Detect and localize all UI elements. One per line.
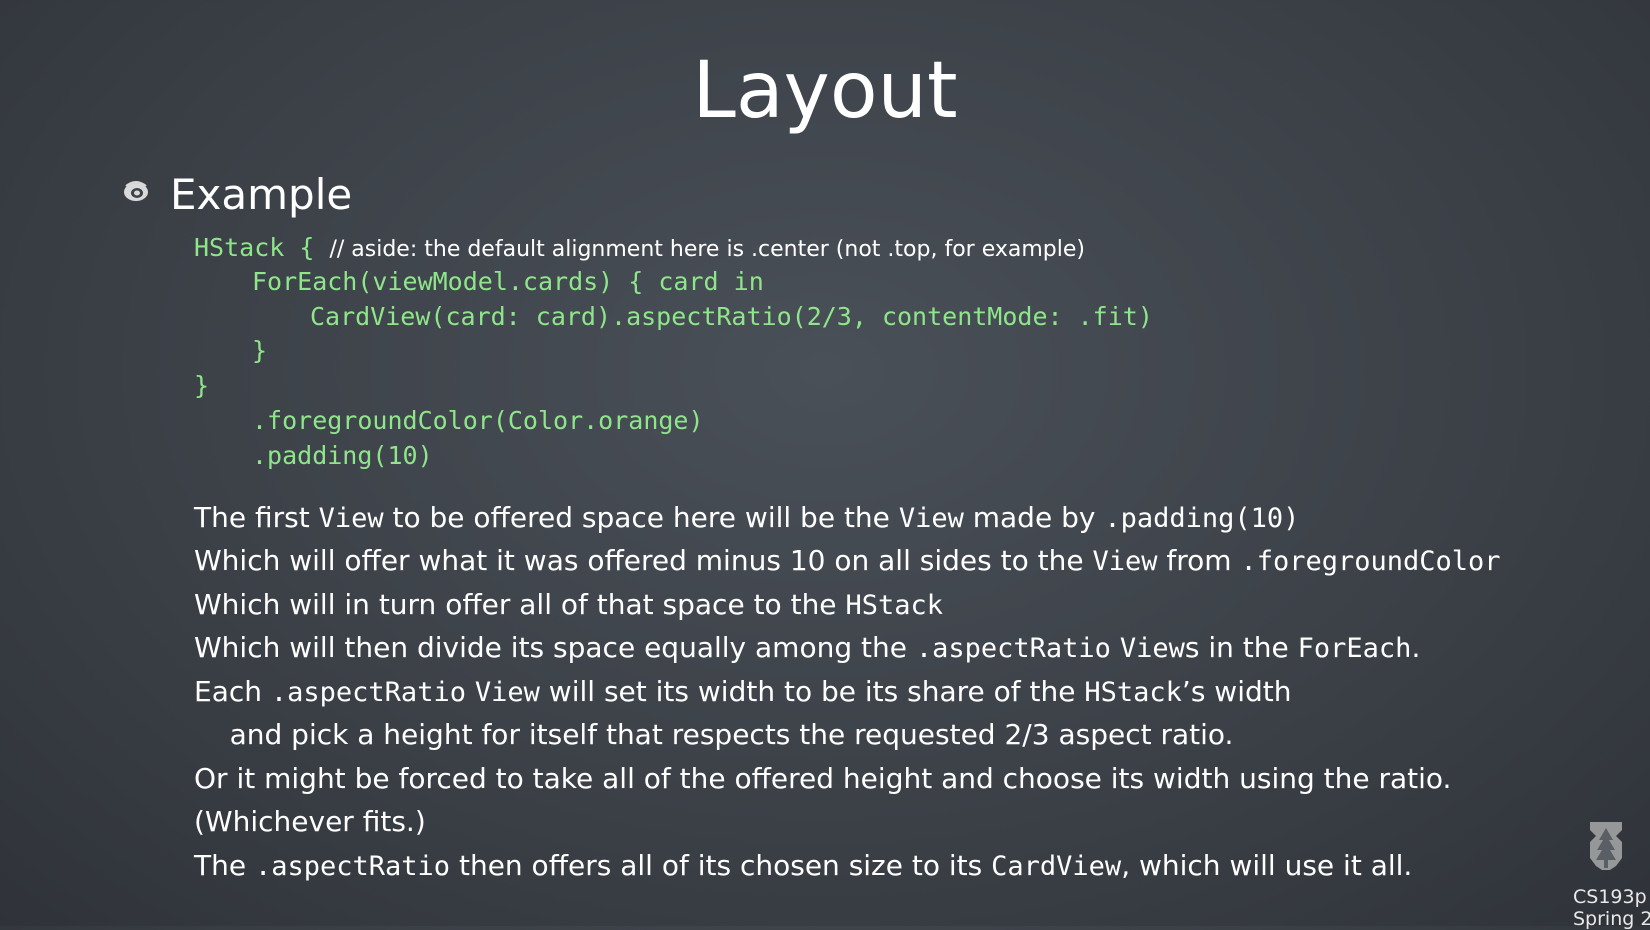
text: The first <box>194 501 319 534</box>
text <box>466 675 475 708</box>
code-term: View <box>474 677 540 708</box>
course-label: CS193p Spring 202 <box>1573 886 1650 930</box>
text: Each <box>194 675 271 708</box>
para-line-6: and pick a height for itself that respec… <box>194 718 1234 751</box>
code-line-5: } <box>194 371 210 400</box>
text: Which will in turn offer all of that spa… <box>194 588 846 621</box>
code-term: .aspectRatio <box>270 677 466 708</box>
code-term: View <box>1092 546 1158 577</box>
code-term: .aspectRatio <box>254 851 451 882</box>
code-term: View <box>318 503 384 534</box>
code-line-2: ForEach(viewModel.cards) { card in <box>252 267 764 296</box>
code-term: CardView <box>991 851 1122 882</box>
code-term: .aspectRatio <box>915 633 1111 664</box>
slide-title: Layout <box>692 46 958 136</box>
code-hstack: HStack { <box>194 233 330 262</box>
code-line-7: .padding(10) <box>252 441 433 470</box>
text <box>1111 631 1120 664</box>
code-aside-top: .top <box>887 237 931 262</box>
para-line-3: Which will in turn offer all of that spa… <box>194 585 943 626</box>
text: . <box>1411 631 1421 664</box>
text: made by <box>963 501 1105 534</box>
code-term: View <box>1119 633 1185 664</box>
eye-bullet-icon <box>124 181 148 201</box>
course-name: CS193p <box>1573 886 1647 908</box>
text: Which will offer what it was offered min… <box>194 544 1093 577</box>
code-term: HStack <box>1084 677 1182 708</box>
code-term: View <box>898 503 964 534</box>
code-aside-a: // aside: the default alignment here is <box>329 237 752 262</box>
code-term: .padding(10) <box>1104 503 1300 534</box>
text: then offers all of its chosen size to it… <box>450 849 992 882</box>
code-line-1: HStack { // aside: the default alignment… <box>194 231 1085 267</box>
para-line-2: Which will offer what it was offered min… <box>194 541 1501 582</box>
text: will set its width to be its share of th… <box>539 675 1085 708</box>
code-term: ForEach <box>1297 633 1412 664</box>
text: s in the <box>1184 631 1298 664</box>
text: from <box>1157 544 1241 577</box>
code-line-3: CardView(card: card).aspectRatio(2/3, co… <box>310 302 1153 331</box>
code-term: .foregroundColor <box>1240 546 1501 577</box>
code-aside-center: .center <box>751 237 829 262</box>
text: Which will then divide its space equally… <box>194 631 916 664</box>
text: ’s width <box>1181 675 1292 708</box>
course-term: Spring 202 <box>1573 908 1650 930</box>
text: , which will use it all. <box>1121 849 1413 882</box>
para-line-8: (Whichever fits.) <box>194 805 426 838</box>
para-line-1: The first View to be offered space here … <box>194 498 1299 539</box>
text: The <box>194 849 255 882</box>
text: to be offered space here will be the <box>383 501 899 534</box>
code-line-6: .foregroundColor(Color.orange) <box>252 406 704 435</box>
code-aside-b: (not <box>828 237 888 262</box>
para-line-5: Each .aspectRatio View will set its widt… <box>194 672 1292 713</box>
code-aside-c: , for example) <box>930 237 1085 262</box>
code-line-4: } <box>252 336 268 365</box>
para-line-9: The .aspectRatio then offers all of its … <box>194 846 1412 887</box>
code-term: HStack <box>845 590 943 621</box>
stanford-tree-icon <box>1590 822 1622 870</box>
para-line-7: Or it might be forced to take all of the… <box>194 762 1452 795</box>
bullet-label: Example <box>170 170 353 219</box>
para-line-4: Which will then divide its space equally… <box>194 628 1420 669</box>
